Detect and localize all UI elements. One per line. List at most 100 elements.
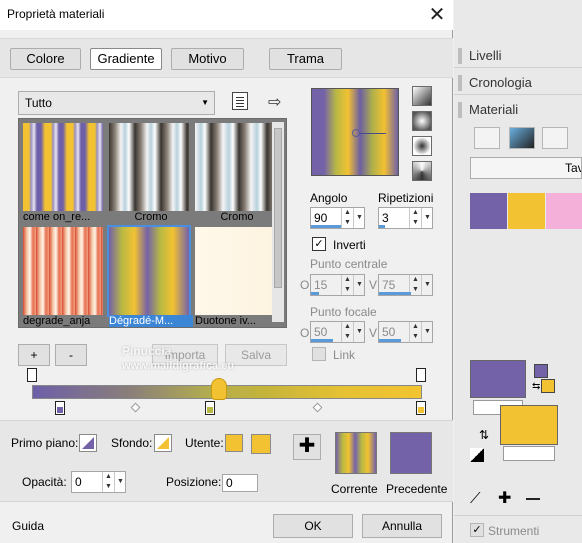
gradient-label: degrade_anja	[23, 315, 91, 327]
help-link[interactable]: Guida	[12, 519, 44, 533]
gradient-item[interactable]: degrade_anja	[23, 227, 103, 327]
center-point-label: Punto centrale	[310, 257, 388, 271]
user-swatch[interactable]	[225, 434, 243, 452]
remove-swatch-icon[interactable]	[526, 498, 540, 500]
title-bar: Proprietà materiali ✕	[0, 0, 453, 30]
history-title: Cronologia	[469, 75, 532, 90]
gradient-item[interactable]: Duotone iv...	[195, 227, 275, 327]
category-select[interactable]: Tutto ▼	[18, 91, 215, 115]
gradient-item[interactable]: Cromo	[109, 123, 189, 223]
chevron-down-icon[interactable]: ▼	[353, 275, 365, 295]
eyedropper-icon[interactable]: ⟋	[470, 490, 481, 507]
scrollbar-thumb[interactable]	[274, 128, 282, 288]
rainbow-icon[interactable]	[509, 127, 535, 149]
preset-list-icon[interactable]	[232, 92, 248, 110]
tools-label: Strumenti	[488, 524, 540, 538]
tools-panel-header[interactable]: ✓ Strumenti	[454, 515, 582, 543]
radial-style-icon[interactable]	[412, 161, 432, 181]
reset-colors-icon[interactable]	[470, 448, 484, 462]
import-button[interactable]: Importa	[152, 344, 218, 366]
gradient-item[interactable]: Cromo	[195, 123, 275, 223]
chevron-down-icon[interactable]: ▼	[353, 322, 365, 342]
chevron-down-icon[interactable]: ▼	[421, 208, 433, 228]
close-icon[interactable]: ✕	[426, 2, 448, 26]
midpoint-marker[interactable]	[312, 402, 323, 413]
spin-updown-icon[interactable]: ▲ ▼	[341, 208, 353, 228]
sunburst-style-icon[interactable]	[412, 136, 432, 156]
previous-color[interactable]	[390, 432, 432, 474]
center-point-handle[interactable]	[352, 129, 360, 137]
mini-background[interactable]	[541, 379, 555, 393]
spin-updown-icon[interactable]: ▲ ▼	[409, 208, 421, 228]
layers-panel-header[interactable]: Livelli	[454, 44, 582, 68]
spin-updown-icon[interactable]: ▲ ▼	[341, 322, 353, 342]
gradient-item[interactable]: come on_re...	[23, 123, 103, 223]
materials-panel-header[interactable]: Materiali	[454, 98, 582, 122]
spin-updown-icon[interactable]: ▲ ▼	[409, 322, 421, 342]
chevron-down-icon[interactable]: ▼	[421, 275, 433, 295]
gradient-bar[interactable]	[32, 385, 422, 399]
swatches-tab[interactable]: Tav	[470, 157, 582, 179]
swap-colors-icon[interactable]: ⇅	[479, 428, 489, 442]
opacity-input[interactable]: 0 ▲ ▼ ▼	[71, 471, 126, 493]
color-stop-olive[interactable]	[205, 401, 215, 415]
current-gradient[interactable]	[335, 432, 377, 474]
color-stop-purple[interactable]	[55, 401, 65, 415]
foreground-material[interactable]	[470, 360, 526, 398]
tab-colore[interactable]: Colore	[10, 48, 81, 70]
swap-icon[interactable]: ⇆	[532, 381, 540, 392]
center-v-fill	[379, 292, 411, 295]
chevron-down-icon[interactable]: ▼	[114, 472, 126, 492]
swatch-yellow[interactable]	[508, 193, 545, 229]
tab-motivo[interactable]: Motivo	[171, 48, 244, 70]
arrow-right-icon[interactable]: ⇨	[268, 92, 281, 111]
center-v-input[interactable]: 75 ▲ ▼ ▼	[378, 274, 433, 296]
spin-updown-icon[interactable]: ▲ ▼	[341, 275, 353, 295]
invert-checkbox[interactable]: ✓	[312, 237, 326, 251]
chevron-down-icon[interactable]: ▼	[353, 208, 365, 228]
remove-gradient-button[interactable]: -	[55, 344, 87, 366]
link-checkbox[interactable]	[312, 347, 326, 361]
rectangular-style-icon[interactable]	[412, 111, 432, 131]
repeats-input[interactable]: 3 ▲ ▼ ▼	[378, 207, 433, 229]
gradient-item-selected[interactable]: Dégradé-M...	[107, 225, 193, 327]
background-material[interactable]	[500, 405, 558, 445]
swatch-pink[interactable]	[546, 193, 582, 229]
midpoint-marker[interactable]	[130, 402, 141, 413]
foreground-swatch[interactable]	[79, 434, 97, 452]
background-mode-icons[interactable]	[503, 446, 555, 461]
add-to-swatches-button[interactable]: ✚	[293, 434, 321, 460]
mini-foreground[interactable]	[534, 364, 548, 378]
focal-v-label: V	[369, 326, 378, 340]
swatches-grid-icon[interactable]	[474, 127, 500, 149]
save-button[interactable]: Salva	[225, 344, 287, 366]
add-swatch-icon[interactable]: ✚	[498, 488, 511, 508]
swatch-purple[interactable]	[470, 193, 507, 229]
adjust-icon[interactable]	[542, 127, 568, 149]
center-o-label: O	[300, 278, 310, 292]
cancel-button[interactable]: Annulla	[362, 514, 442, 538]
focal-v-input[interactable]: 50 ▲ ▼ ▼	[378, 321, 433, 343]
ok-button[interactable]: OK	[273, 514, 353, 538]
add-gradient-button[interactable]: +	[18, 344, 50, 366]
angle-input[interactable]: 90 ▲ ▼ ▼	[310, 207, 365, 229]
focal-o-input[interactable]: 50 ▲ ▼ ▼	[310, 321, 365, 343]
position-input[interactable]: 0	[222, 474, 258, 492]
spin-updown-icon[interactable]: ▲ ▼	[102, 472, 114, 492]
background-swatch[interactable]	[154, 434, 172, 452]
linear-style-icon[interactable]	[412, 86, 432, 106]
chevron-down-icon[interactable]: ▼	[421, 322, 433, 342]
angle-handle[interactable]	[360, 133, 386, 134]
user-color[interactable]	[251, 434, 271, 454]
tab-trama[interactable]: Trama	[269, 48, 342, 70]
tools-checkbox[interactable]: ✓	[470, 523, 484, 537]
current-label: Corrente	[331, 482, 378, 496]
history-panel-header[interactable]: Cronologia	[454, 71, 582, 95]
color-stop-yellow[interactable]	[416, 401, 426, 415]
tab-gradiente[interactable]: Gradiente	[90, 48, 162, 70]
gradient-scrollbar[interactable]	[272, 122, 284, 322]
center-o-input[interactable]: 15 ▲ ▼ ▼	[310, 274, 365, 296]
gradient-preview[interactable]	[311, 88, 399, 176]
transparency-stop-left[interactable]	[27, 368, 37, 382]
transparency-stop-right[interactable]	[416, 368, 426, 382]
